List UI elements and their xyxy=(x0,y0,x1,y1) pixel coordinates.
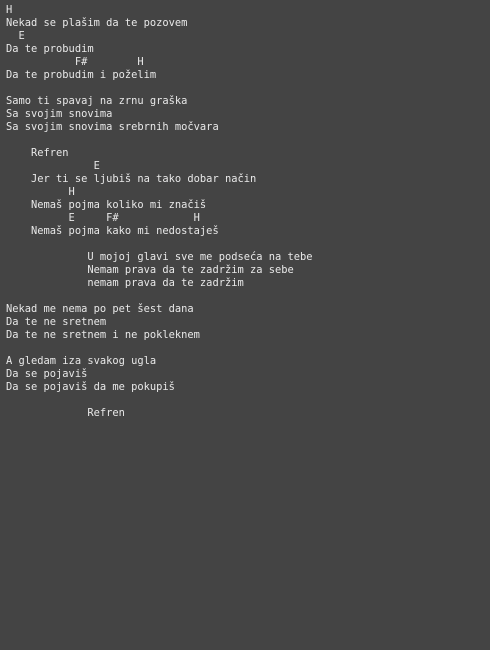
lyric-line: Da te ne sretnem i ne pokleknem xyxy=(6,329,200,341)
chord-line: H xyxy=(6,4,13,16)
chord-line: F# H xyxy=(6,56,144,68)
section-label-refren: Refren xyxy=(6,147,69,159)
lyric-line: Jer ti se ljubiš na tako dobar način xyxy=(6,173,257,185)
lyric-line: Sa svojim snovima srebrnih močvara xyxy=(6,121,219,133)
blank-line xyxy=(6,134,490,147)
lyric-line: Da se pojaviš xyxy=(6,368,88,380)
lyric-line: A gledam iza svakog ugla xyxy=(6,355,157,367)
lyric-line: Nemaš pojma kako mi nedostaješ xyxy=(6,225,219,237)
lyric-line: Nemaš pojma koliko mi značiš xyxy=(6,199,207,211)
lyric-line: Da te ne sretnem xyxy=(6,316,107,328)
lyric-line: Samo ti spavaj na zrnu graška xyxy=(6,95,188,107)
blank-line xyxy=(6,342,490,355)
lyric-line: Da se pojaviš da me pokupiš xyxy=(6,381,175,393)
blank-line xyxy=(6,82,490,95)
lyrics-chord-sheet: H Nekad se plašim da te pozovem E Da te … xyxy=(0,0,490,650)
blank-line xyxy=(6,394,490,407)
chord-line: H xyxy=(6,186,75,198)
lyric-line: Da te probudim xyxy=(6,43,94,55)
lyric-line: Sa svojim snovima xyxy=(6,108,113,120)
lyric-line: Nekad me nema po pet šest dana xyxy=(6,303,194,315)
blank-line xyxy=(6,238,490,251)
chord-line: E xyxy=(6,160,100,172)
lyric-line: nemam prava da te zadržim xyxy=(6,277,244,289)
chord-line: E xyxy=(6,30,25,42)
lyric-line: Da te probudim i poželim xyxy=(6,69,157,81)
lyric-line: Nekad se plašim da te pozovem xyxy=(6,17,188,29)
lyric-line: U mojoj glavi sve me podseća na tebe xyxy=(6,251,313,263)
section-label-refren: Refren xyxy=(6,407,125,419)
blank-line xyxy=(6,290,490,303)
chord-line: E F# H xyxy=(6,212,200,224)
lyric-line: Nemam prava da te zadržim za sebe xyxy=(6,264,294,276)
